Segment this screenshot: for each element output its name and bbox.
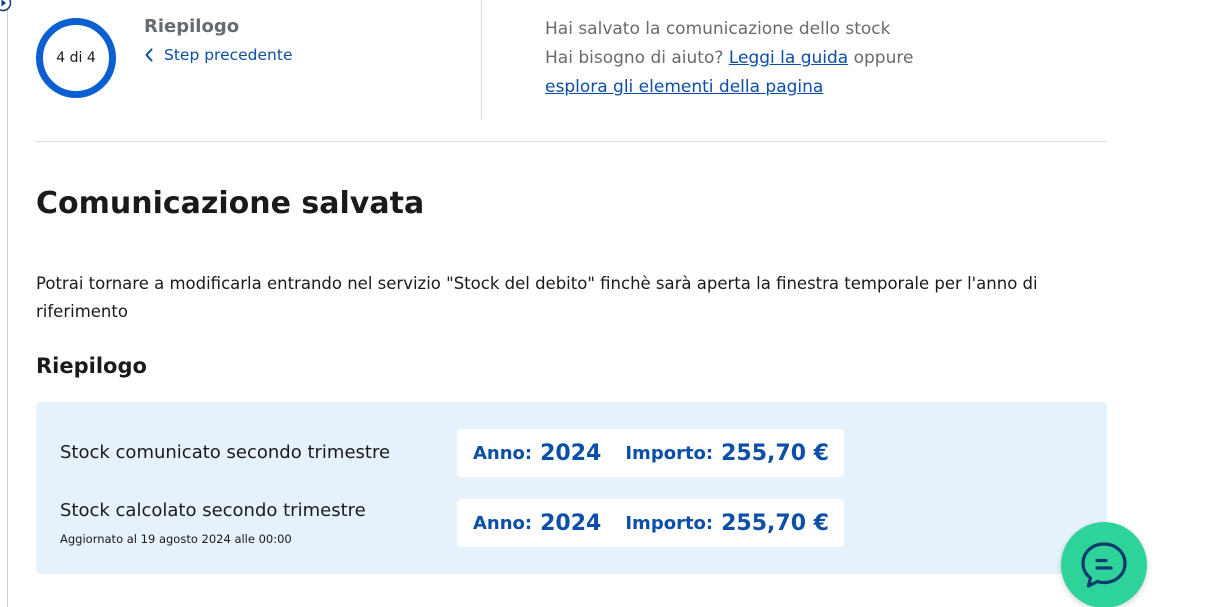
step-title: Riepilogo: [144, 16, 240, 37]
summary-card: Stock comunicato secondo trimestre Anno:…: [36, 402, 1107, 574]
summary-row-label: Stock comunicato secondo trimestre: [60, 442, 391, 463]
summary-row-value: Anno: 2024 Importo: 255,70 €: [457, 429, 844, 477]
help-line: Hai bisogno di aiuto? Leggi la guida opp…: [545, 44, 913, 73]
year-label: Anno:: [473, 512, 533, 534]
left-rule: [7, 0, 8, 607]
amount-value: 255,70 €: [721, 510, 829, 536]
or-text: oppure: [853, 48, 914, 68]
chat-bubble-icon: [1081, 542, 1127, 588]
previous-step-link[interactable]: Step precedente: [144, 46, 293, 64]
amount-label: Importo:: [625, 512, 714, 534]
page-title: Comunicazione salvata: [36, 186, 425, 221]
year-label: Anno:: [473, 442, 533, 464]
amount-value: 255,70 €: [721, 440, 829, 466]
previous-step-label: Step precedente: [164, 46, 293, 64]
explore-elements-link[interactable]: esplora gli elementi della pagina: [545, 77, 823, 97]
summary-row-label: Stock calcolato secondo trimestre: [60, 500, 366, 521]
summary-section-title: Riepilogo: [36, 354, 147, 378]
chevron-left-icon: [145, 48, 153, 62]
amount-label: Importo:: [625, 442, 714, 464]
chat-button[interactable]: [1061, 522, 1147, 607]
step-progress-ring: 4 di 4: [36, 18, 116, 98]
header-divider: [481, 0, 482, 120]
summary-row-value: Anno: 2024 Importo: 255,70 €: [457, 499, 844, 547]
step-progress-text: 4 di 4: [56, 50, 96, 66]
play-circle-icon[interactable]: [0, 0, 12, 12]
guide-link[interactable]: Leggi la guida: [729, 48, 848, 68]
explore-line: esplora gli elementi della pagina: [545, 73, 913, 102]
year-value: 2024: [540, 440, 602, 466]
help-panel: Hai salvato la comunicazione dello stock…: [545, 15, 913, 102]
section-divider: [36, 141, 1107, 142]
page-description: Potrai tornare a modificarla entrando ne…: [36, 274, 1038, 321]
saved-message: Hai salvato la comunicazione dello stock: [545, 19, 891, 39]
year-value: 2024: [540, 510, 602, 536]
need-help-text: Hai bisogno di aiuto?: [545, 48, 724, 68]
summary-row-updated: Aggiornato al 19 agosto 2024 alle 00:00: [60, 532, 292, 546]
